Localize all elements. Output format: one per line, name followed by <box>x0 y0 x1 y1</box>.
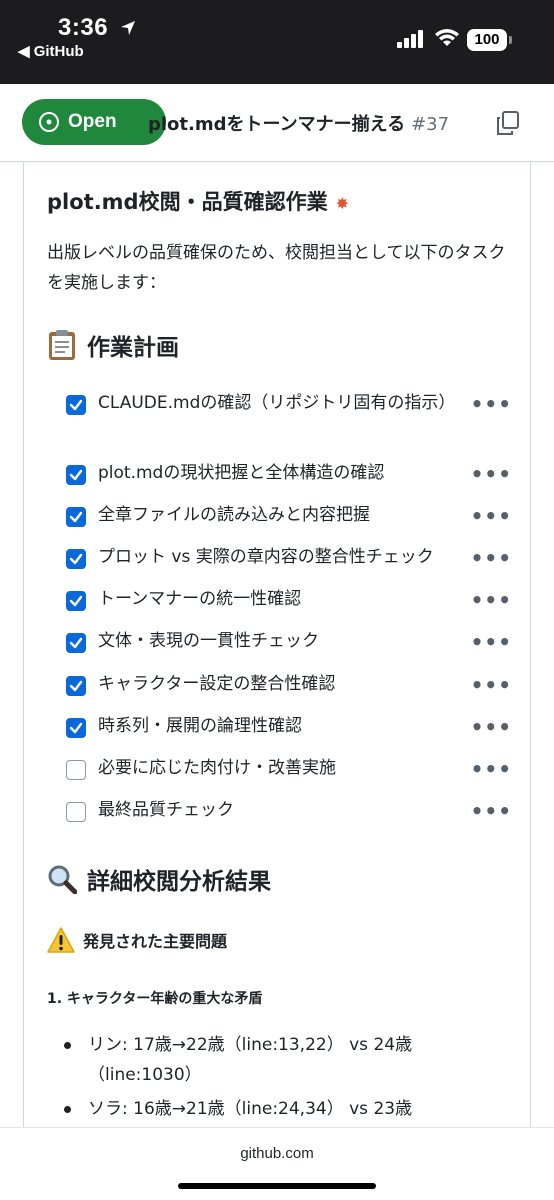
task-label: 全章ファイルの読み込みと内容把握 <box>98 505 370 525</box>
status-bar: 3:36 ◀ GitHub 100 <box>0 0 554 84</box>
pr-header: Open plot.mdをトーンマナー揃える #37 <box>0 84 554 162</box>
task-menu-button[interactable]: ••• <box>471 588 512 612</box>
checkbox-unchecked[interactable] <box>66 760 86 780</box>
content-heading-text: plot.md校閲・品質確認作業 <box>47 190 328 214</box>
task-label: トーンマナーの統一性確認 <box>98 589 302 609</box>
cellular-signal-icon <box>397 30 423 48</box>
location-arrow-icon <box>121 21 135 35</box>
task-label: 時系列・展開の論理性確認 <box>98 716 302 736</box>
pr-state-badge: Open <box>22 99 166 145</box>
task-menu-button[interactable]: ••• <box>471 392 512 416</box>
checkbox-checked[interactable] <box>66 718 86 738</box>
intro-paragraph: 出版レベルの品質確保のため、校閲担当として以下のタスクを実施します： <box>47 243 506 293</box>
task-menu-button[interactable]: ••• <box>471 630 512 654</box>
warning-icon <box>47 927 75 953</box>
plan-heading: 作業計画 <box>47 328 179 362</box>
checkmark-icon <box>69 469 83 481</box>
list-item-text: ソラ: 16歳→21歳（line:24,34） vs 23歳 <box>88 1099 413 1119</box>
checkmark-icon <box>69 637 83 649</box>
checkmark-icon <box>69 680 83 692</box>
battery-nub <box>509 36 512 44</box>
task-menu-button[interactable]: ••• <box>471 757 512 781</box>
task-item: plot.mdの現状把握と全体構造の確認 ••• <box>66 462 526 488</box>
pr-title-text: plot.mdをトーンマナー揃える <box>148 114 406 135</box>
task-item: 必要に応じた肉付け・改善実施 ••• <box>66 757 526 783</box>
task-item: 時系列・展開の論理性確認 ••• <box>66 715 526 741</box>
pr-number: #37 <box>411 114 450 135</box>
task-item: CLAUDE.mdの確認（リポジトリ固有の指示） ••• <box>66 392 526 418</box>
task-label: 文体・表現の一貫性チェック <box>98 631 319 651</box>
task-menu-button[interactable]: ••• <box>471 673 512 697</box>
copy-icon[interactable] <box>495 110 521 136</box>
task-menu-button[interactable]: ••• <box>471 546 512 570</box>
checkbox-checked[interactable] <box>66 465 86 485</box>
open-circle-icon <box>39 112 59 132</box>
issues-heading-text: 発見された主要問題 <box>83 932 228 951</box>
home-indicator[interactable] <box>178 1183 376 1189</box>
analysis-heading: 詳細校閲分析結果 <box>47 862 271 896</box>
task-menu-button[interactable]: ••• <box>471 462 512 486</box>
list-item: ソラ: 16歳→21歳（line:24,34） vs 23歳 <box>64 1094 494 1124</box>
bullet-dot <box>64 1106 71 1113</box>
clipboard-icon <box>47 329 77 361</box>
plan-heading-text: 作業計画 <box>87 335 179 361</box>
analysis-heading-text: 詳細校閲分析結果 <box>87 869 271 895</box>
pr-state-label: Open <box>68 111 117 132</box>
checkbox-checked[interactable] <box>66 549 86 569</box>
sparkle-icon: ✸ <box>335 194 349 213</box>
checkmark-icon <box>69 553 83 565</box>
list-item: リン: 17歳→22歳（line:13,22） vs 24歳（line:1030… <box>64 1030 494 1090</box>
task-item: 最終品質チェック ••• <box>66 799 526 825</box>
checkbox-checked[interactable] <box>66 633 86 653</box>
content-heading: plot.md校閲・品質確認作業 ✸ <box>47 186 349 216</box>
checkmark-icon <box>69 595 83 607</box>
address-domain[interactable]: github.com <box>0 1145 554 1162</box>
task-item: プロット vs 実際の章内容の整合性チェック ••• <box>66 546 526 572</box>
battery-indicator: 100 <box>467 29 507 51</box>
task-menu-button[interactable]: ••• <box>471 799 512 823</box>
checkmark-icon <box>69 399 83 411</box>
checkbox-checked[interactable] <box>66 507 86 527</box>
task-menu-button[interactable]: ••• <box>471 504 512 528</box>
checkbox-checked[interactable] <box>66 395 86 415</box>
wifi-icon <box>435 29 459 46</box>
back-to-app-link[interactable]: ◀ GitHub <box>18 42 84 60</box>
checkbox-checked[interactable] <box>66 591 86 611</box>
checkmark-icon <box>69 511 83 523</box>
checkbox-unchecked[interactable] <box>66 802 86 822</box>
task-item: 文体・表現の一貫性チェック ••• <box>66 630 526 656</box>
status-time: 3:36 <box>58 14 109 41</box>
magnifier-icon <box>47 864 77 894</box>
task-item: 全章ファイルの読み込みと内容把握 ••• <box>66 504 526 530</box>
task-menu-button[interactable]: ••• <box>471 715 512 739</box>
task-label: 最終品質チェック <box>98 800 234 820</box>
browser-bottom-bar: github.com <box>0 1127 554 1200</box>
task-label: キャラクター設定の整合性確認 <box>98 674 336 694</box>
checkmark-icon <box>69 722 83 734</box>
pr-title: plot.mdをトーンマナー揃える #37 <box>148 110 449 136</box>
bullet-dot <box>64 1042 71 1049</box>
comment-card <box>23 162 531 1162</box>
checkbox-checked[interactable] <box>66 676 86 696</box>
issues-heading: 発見された主要問題 <box>47 927 227 953</box>
task-item: トーンマナーの統一性確認 ••• <box>66 588 526 614</box>
issue-title: 1. キャラクター年齢の重大な矛盾 <box>47 991 263 1007</box>
task-item: キャラクター設定の整合性確認 ••• <box>66 673 526 699</box>
task-label: プロット vs 実際の章内容の整合性チェック <box>98 547 434 567</box>
task-label: plot.mdの現状把握と全体構造の確認 <box>98 463 385 483</box>
list-item-text: リン: 17歳→22歳（line:13,22） vs 24歳（line:1030… <box>88 1035 413 1085</box>
task-label: 必要に応じた肉付け・改善実施 <box>98 758 336 778</box>
task-label: CLAUDE.mdの確認（リポジトリ固有の指示） <box>98 393 456 413</box>
